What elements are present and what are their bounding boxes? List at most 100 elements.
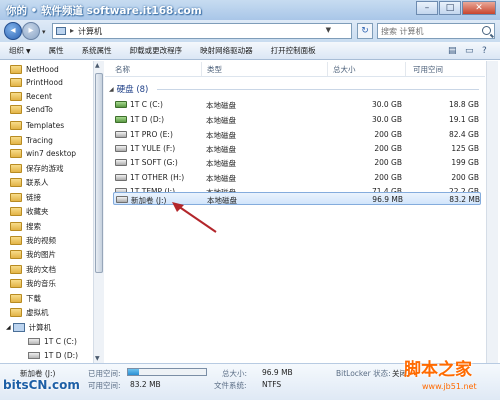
scroll-down-icon[interactable]: ▼	[95, 355, 100, 362]
details-free-value: 83.2 MB	[130, 380, 161, 389]
details-bitlocker-label: BitLocker 状态:	[336, 369, 391, 378]
watermark-bitscn: bitsCN.com	[3, 378, 80, 392]
search-icon[interactable]	[482, 26, 491, 35]
drive-icon	[116, 196, 128, 203]
refresh-button[interactable]: ↻	[357, 23, 373, 39]
computer-icon	[12, 323, 25, 332]
drive-row-e[interactable]: 1T PRO (E:) 本地磁盘 200 GB 82.4 GB	[113, 128, 481, 141]
folder-icon	[10, 164, 22, 173]
nav-folder-win7-desktop[interactable]: win7 desktop	[10, 147, 76, 160]
details-free-label: 可用空间:	[88, 381, 121, 390]
column-divider[interactable]	[405, 62, 406, 76]
navigation-pane: NetHood PrintHood Recent SendTo Template…	[0, 61, 104, 363]
nav-folder-my-pictures[interactable]: 我的图片	[10, 248, 56, 261]
drive-row-g[interactable]: 1T SOFT (G:) 本地磁盘 200 GB 199 GB	[113, 156, 481, 169]
chevron-down-icon: ▼	[26, 47, 31, 55]
nav-drive-d[interactable]: 1T D (D:)	[28, 349, 78, 362]
nav-folder-favorites[interactable]: 收藏夹	[10, 205, 49, 218]
column-divider[interactable]	[201, 62, 202, 76]
watermark-jb51-url: www.jb51.net	[422, 382, 477, 391]
breadcrumb-separator[interactable]: ▸	[70, 26, 74, 35]
nav-scrollbar[interactable]: ▲ ▼	[93, 61, 104, 363]
nav-folder-recent[interactable]: Recent	[10, 90, 52, 103]
group-divider	[157, 89, 479, 90]
nav-folder-tracing[interactable]: Tracing	[10, 134, 53, 147]
system-properties-button[interactable]: 系统属性	[73, 42, 121, 60]
minimize-button[interactable]: –	[416, 1, 438, 15]
organize-button[interactable]: 组织 ▼	[0, 42, 40, 60]
column-header-name[interactable]: 名称	[115, 64, 130, 75]
recent-pages-dropdown[interactable]: ▾	[42, 28, 46, 36]
nav-folder-my-music[interactable]: 我的音乐	[10, 277, 56, 290]
nav-computer[interactable]: ◢ 计算机	[6, 321, 51, 334]
watermark-jb51: 脚本之家 www.jb51.net	[392, 355, 498, 397]
drive-icon	[115, 159, 127, 166]
scroll-up-icon[interactable]: ▲	[95, 62, 100, 69]
back-button[interactable]: ◂	[4, 22, 22, 40]
address-dropdown-icon[interactable]: ▼	[326, 26, 331, 34]
drive-icon	[115, 145, 127, 152]
folder-icon	[10, 136, 22, 145]
details-fs-label: 文件系统:	[214, 381, 247, 390]
preview-pane-icon[interactable]: ▭	[465, 44, 474, 58]
properties-button[interactable]: 属性	[40, 42, 73, 60]
view-options-icon[interactable]: ▤	[448, 44, 457, 58]
collapse-arrow-icon[interactable]: ◢	[109, 86, 114, 93]
address-bar: ◂ ▸ ▾ ▸ 计算机 ▼ ↻	[0, 20, 500, 42]
windows-drive-icon	[115, 116, 127, 123]
nav-drive-c[interactable]: 1T C (C:)	[28, 335, 77, 348]
drive-row-f[interactable]: 1T YULE (F:) 本地磁盘 200 GB 125 GB	[113, 142, 481, 155]
column-divider[interactable]	[327, 62, 328, 76]
search-input[interactable]	[378, 24, 474, 38]
nav-folder-my-videos[interactable]: 我的视频	[10, 234, 56, 247]
drive-row-d[interactable]: 1T D (D:) 本地磁盘 30.0 GB 19.1 GB	[113, 113, 481, 126]
nav-folder-downloads[interactable]: 下载	[10, 292, 41, 305]
details-total-label: 总大小:	[222, 369, 248, 378]
uninstall-program-button[interactable]: 卸载或更改程序	[121, 42, 192, 60]
drive-icon	[115, 131, 127, 138]
computer-icon	[56, 27, 66, 35]
column-header-free[interactable]: 可用空间	[413, 64, 443, 75]
nav-folder-contacts[interactable]: 联系人	[10, 176, 49, 189]
column-header-total[interactable]: 总大小	[333, 64, 356, 75]
details-total-value: 96.9 MB	[262, 368, 293, 377]
folder-icon	[10, 78, 22, 87]
drive-row-c[interactable]: 1T C (C:) 本地磁盘 30.0 GB 18.8 GB	[113, 98, 481, 111]
close-button[interactable]: ✕	[462, 1, 496, 15]
forward-button[interactable]: ▸	[22, 22, 40, 40]
nav-folder-links[interactable]: 链接	[10, 191, 41, 204]
drive-icon	[28, 338, 40, 345]
nav-folder-printhood[interactable]: PrintHood	[10, 76, 63, 89]
column-headers: 名称 类型 总大小 可用空间	[105, 61, 485, 77]
column-header-type[interactable]: 类型	[207, 64, 222, 75]
expand-arrow-icon[interactable]: ◢	[6, 324, 11, 331]
nav-folder-sendto[interactable]: SendTo	[10, 103, 53, 116]
map-network-drive-button[interactable]: 映射网络驱动器	[191, 42, 262, 60]
folder-icon	[10, 236, 22, 245]
search-box[interactable]	[377, 23, 495, 39]
drive-row-h[interactable]: 1T OTHER (H:) 本地磁盘 200 GB 200 GB	[113, 171, 481, 184]
nav-folder-searches[interactable]: 搜索	[10, 220, 41, 233]
folder-icon	[10, 279, 22, 288]
nav-folder-virtual-machines[interactable]: 虚拟机	[10, 306, 49, 319]
nav-folder-nethood[interactable]: NetHood	[10, 63, 59, 76]
group-header-hard-disks[interactable]: ◢ 硬盘 (8)	[109, 83, 148, 95]
open-control-panel-button[interactable]: 打开控制面板	[262, 42, 325, 60]
details-used-label: 已用空间:	[88, 369, 121, 378]
details-fs-value: NTFS	[262, 380, 282, 389]
breadcrumb-computer[interactable]: 计算机	[78, 26, 102, 37]
maximize-button[interactable]: □	[439, 1, 461, 15]
folder-icon	[10, 149, 22, 158]
command-bar: 组织 ▼ 属性 系统属性 卸载或更改程序 映射网络驱动器 打开控制面板 ▤ ▭ ?	[0, 42, 500, 60]
folder-icon	[10, 121, 22, 130]
nav-folder-my-documents[interactable]: 我的文档	[10, 263, 56, 276]
window-controls: – □ ✕	[415, 1, 496, 15]
help-icon[interactable]: ?	[482, 44, 487, 58]
nav-folder-templates[interactable]: Templates	[10, 119, 64, 132]
content-scrollbar[interactable]	[486, 61, 498, 363]
drive-row-j-selected[interactable]: 新加卷 (J:) 本地磁盘 96.9 MB 83.2 MB	[113, 192, 481, 205]
nav-scrollbar-thumb[interactable]	[95, 73, 103, 273]
usage-bar-fill	[128, 369, 139, 375]
address-field[interactable]: ▸ 计算机 ▼	[52, 23, 352, 39]
nav-folder-saved-games[interactable]: 保存的游戏	[10, 162, 64, 175]
